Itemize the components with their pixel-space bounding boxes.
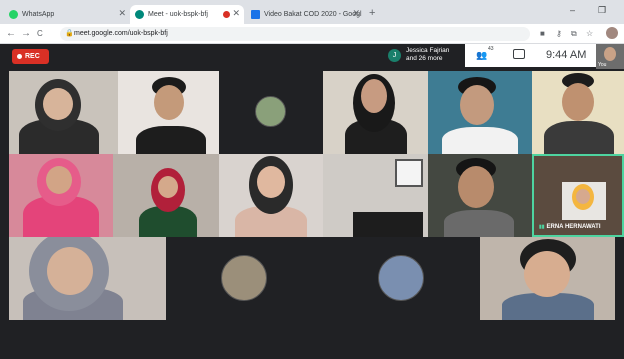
bookmark-star-icon[interactable]: ☆ xyxy=(586,29,593,38)
tab-drive[interactable]: Video Bakat COD 2020 - Googl ✕ xyxy=(246,5,364,24)
tab-meet[interactable]: Meet - uok-bspk-bfj ✕ xyxy=(130,5,244,24)
video-tile xyxy=(480,237,615,320)
people-count: 43 xyxy=(488,46,494,52)
minimize-button[interactable]: – xyxy=(570,5,575,15)
back-button[interactable]: ← xyxy=(6,28,16,39)
tab-whatsapp[interactable]: WhatsApp ✕ xyxy=(4,5,130,24)
video-tile xyxy=(322,237,480,320)
video-tile xyxy=(428,71,532,154)
avatar xyxy=(255,96,286,127)
url-field[interactable]: 🔒 meet.google.com/uok-bspk-bfj xyxy=(60,27,530,41)
restore-button[interactable]: ❐ xyxy=(598,5,606,16)
key-icon[interactable]: ⚷ xyxy=(556,29,562,38)
chat-icon[interactable] xyxy=(513,49,525,59)
video-tile xyxy=(9,237,166,320)
close-tab-icon[interactable]: ✕ xyxy=(118,8,126,19)
recording-indicator-icon xyxy=(223,11,230,18)
video-tile xyxy=(219,71,323,154)
meeting-time: 9:44 AM xyxy=(546,49,587,61)
participant-more: and 26 more xyxy=(406,55,443,62)
self-label: You xyxy=(598,62,607,68)
speaker-name-label: ERNA HERNAWATI xyxy=(539,224,601,230)
new-tab-button[interactable]: + xyxy=(369,7,375,19)
avatar xyxy=(221,255,267,301)
video-tile xyxy=(113,154,219,237)
url-text: meet.google.com/uok-bspk-bfj xyxy=(74,30,168,37)
camera-icon[interactable]: ■ xyxy=(540,29,545,38)
video-tile xyxy=(118,71,219,154)
tab-title: Video Bakat COD 2020 - Googl xyxy=(264,11,362,18)
participant-chip[interactable]: J Jessica Fajrian and 26 more xyxy=(383,44,465,67)
meet-icon xyxy=(135,10,144,19)
video-tile xyxy=(9,154,113,237)
people-icon[interactable]: 👥 xyxy=(476,50,487,61)
participant-initial: J xyxy=(388,49,401,62)
tab-title: Meet - uok-bspk-bfj xyxy=(148,11,208,18)
avatar xyxy=(378,255,424,301)
video-tile xyxy=(532,71,624,154)
whatsapp-icon xyxy=(9,10,18,19)
self-view[interactable]: You xyxy=(596,44,624,69)
video-tile xyxy=(323,71,428,154)
video-tile xyxy=(428,154,532,237)
recording-badge: REC xyxy=(12,49,49,64)
forward-button[interactable]: → xyxy=(21,28,31,39)
profile-avatar[interactable] xyxy=(606,27,618,39)
video-tile xyxy=(166,237,322,320)
close-tab-icon[interactable]: ✕ xyxy=(232,8,240,19)
address-bar: ← → C 🔒 meet.google.com/uok-bspk-bfj ■ ⚷… xyxy=(0,24,624,44)
translate-icon[interactable]: ⧉ xyxy=(571,29,577,39)
close-tab-icon[interactable]: ✕ xyxy=(352,8,360,19)
reload-button[interactable]: C xyxy=(37,29,43,38)
tab-strip: WhatsApp ✕ Meet - uok-bspk-bfj ✕ Video B… xyxy=(0,0,624,24)
video-tile xyxy=(9,71,118,154)
video-tile xyxy=(219,154,323,237)
lock-icon: 🔒 xyxy=(65,30,74,37)
video-tile xyxy=(323,154,428,237)
participant-name: Jessica Fajrian xyxy=(406,47,450,54)
drive-icon xyxy=(251,10,260,19)
tab-title: WhatsApp xyxy=(22,11,55,18)
